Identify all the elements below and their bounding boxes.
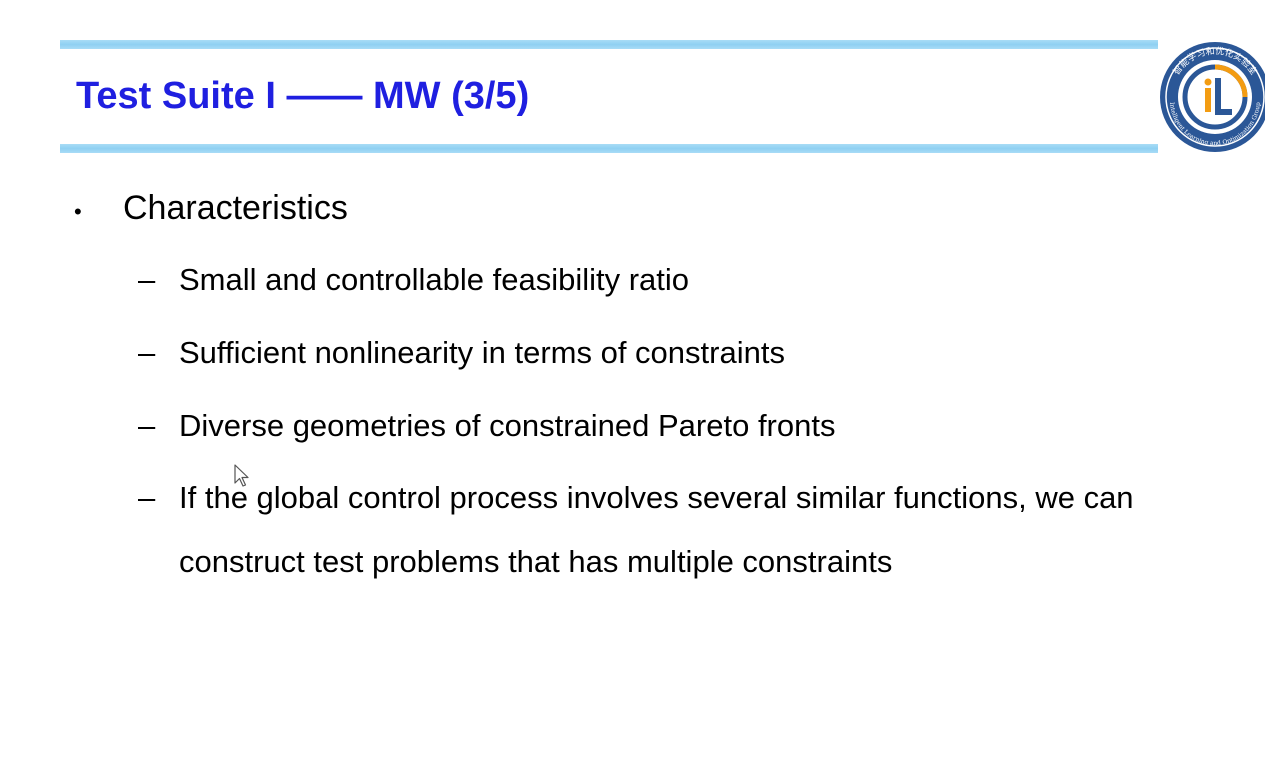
- sub-bullet-text: Small and controllable feasibility ratio: [179, 262, 690, 297]
- sub-bullet-dash: –: [138, 262, 156, 297]
- mouse-cursor-icon: [234, 464, 250, 488]
- sub-bullet-dash: –: [138, 408, 156, 443]
- bullet-dot: •: [74, 199, 82, 224]
- title-rule-bottom: [60, 144, 1158, 153]
- sub-bullet-dash: –: [138, 335, 156, 370]
- lab-logo: 智能学习和优化实验室 Intelligent Learning and Opti…: [1158, 40, 1265, 154]
- sub-bullet-text: Sufficient nonlinearity in terms of cons…: [179, 335, 785, 370]
- sub-bullet-dash: –: [138, 480, 156, 515]
- slide-title: Test Suite I —— MW (3/5): [76, 75, 530, 117]
- sub-bullet-text: If the global control process involves s…: [179, 480, 1134, 579]
- sub-bullet-text: Diverse geometries of constrained Pareto…: [179, 408, 836, 443]
- bullet-label: Characteristics: [123, 189, 348, 227]
- title-rule-top: [60, 40, 1158, 49]
